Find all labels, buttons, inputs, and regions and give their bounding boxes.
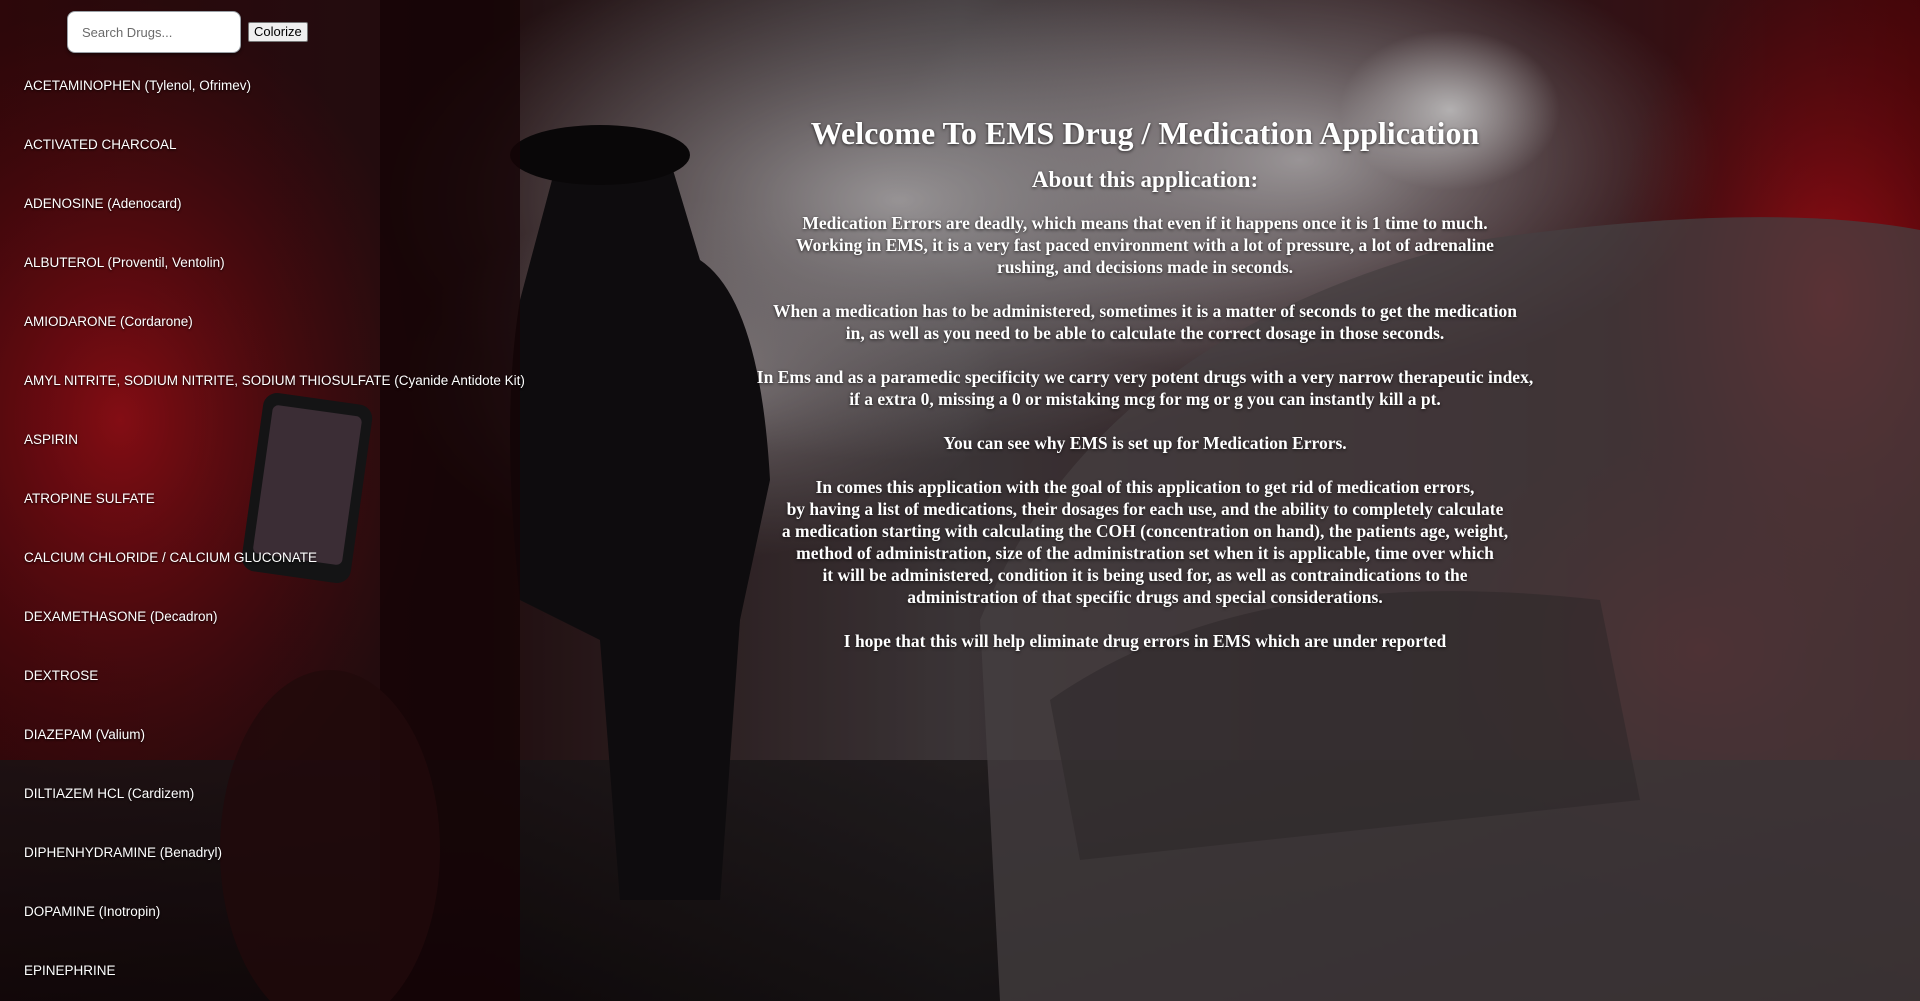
paragraph-line: Working in EMS, it is a very fast paced … <box>796 235 1494 255</box>
paragraph-line: In Ems and as a paramedic specificity we… <box>756 367 1534 387</box>
drug-item-adenosine[interactable]: ADENOSINE (Adenocard) <box>24 195 525 254</box>
drug-item-diltiazem[interactable]: DILTIAZEM HCL (Cardizem) <box>24 785 525 844</box>
drug-item-diphenhydramine[interactable]: DIPHENHYDRAMINE (Benadryl) <box>24 844 525 903</box>
drug-item-amiodarone[interactable]: AMIODARONE (Cordarone) <box>24 313 525 372</box>
drug-item-epinephrine[interactable]: EPINEPHRINE <box>24 962 525 1001</box>
page: Colorize ACETAMINOPHEN (Tylenol, Ofrimev… <box>0 0 1920 1001</box>
search-input[interactable] <box>67 11 241 53</box>
paragraph-line: if a extra 0, missing a 0 or mistaking m… <box>849 389 1441 409</box>
page-title: Welcome To EMS Drug / Medication Applica… <box>810 115 1480 151</box>
about-paragraph: In comes this application with the goal … <box>700 476 1590 608</box>
paragraph-line: Medication Errors are deadly, which mean… <box>802 213 1488 233</box>
about-paragraph: I hope that this will help eliminate dru… <box>700 630 1590 652</box>
drug-item-aspirin[interactable]: ASPIRIN <box>24 431 525 490</box>
about-section: Welcome To EMS Drug / Medication Applica… <box>700 108 1590 674</box>
colorize-button[interactable]: Colorize <box>248 22 308 42</box>
paragraph-line: administration of that specific drugs an… <box>907 587 1383 607</box>
drug-item-atropine-sulfate[interactable]: ATROPINE SULFATE <box>24 490 525 549</box>
paragraph-line: You can see why EMS is set up for Medica… <box>943 433 1347 453</box>
about-paragraph: Medication Errors are deadly, which mean… <box>700 212 1590 278</box>
paragraph-line: by having a list of medications, their d… <box>786 499 1504 519</box>
paragraph-line: it will be administered, condition it is… <box>822 565 1468 585</box>
paragraph-line: rushing, and decisions made in seconds. <box>996 257 1294 277</box>
drug-item-dexamethasone[interactable]: DEXAMETHASONE (Decadron) <box>24 608 525 667</box>
paragraph-line: method of administration, size of the ad… <box>796 543 1494 563</box>
drug-item-acetaminophen[interactable]: ACETAMINOPHEN (Tylenol, Ofrimev) <box>24 77 525 136</box>
drug-list: ACETAMINOPHEN (Tylenol, Ofrimev) ACTIVAT… <box>24 77 525 1001</box>
paragraph-line: I hope that this will help eliminate dru… <box>843 631 1447 651</box>
drug-item-cyanide-antidote-kit[interactable]: AMYL NITRITE, SODIUM NITRITE, SODIUM THI… <box>24 372 525 431</box>
drug-item-albuterol[interactable]: ALBUTEROL (Proventil, Ventolin) <box>24 254 525 313</box>
about-paragraph: In Ems and as a paramedic specificity we… <box>700 366 1590 410</box>
paragraph-line: When a medication has to be administered… <box>773 301 1517 321</box>
drug-item-activated-charcoal[interactable]: ACTIVATED CHARCOAL <box>24 136 525 195</box>
drug-item-dextrose[interactable]: DEXTROSE <box>24 667 525 726</box>
drug-item-calcium-chloride[interactable]: CALCIUM CHLORIDE / CALCIUM GLUCONATE <box>24 549 525 608</box>
paragraph-line: a medication starting with calculating t… <box>781 521 1509 541</box>
about-heading: About this application: <box>1031 167 1259 192</box>
about-paragraph: When a medication has to be administered… <box>700 300 1590 344</box>
paragraph-line: in, as well as you need to be able to ca… <box>845 323 1445 343</box>
about-paragraph: You can see why EMS is set up for Medica… <box>700 432 1590 454</box>
paragraph-line: In comes this application with the goal … <box>815 477 1475 497</box>
drug-item-dopamine[interactable]: DOPAMINE (Inotropin) <box>24 903 525 962</box>
drug-item-diazepam[interactable]: DIAZEPAM (Valium) <box>24 726 525 785</box>
